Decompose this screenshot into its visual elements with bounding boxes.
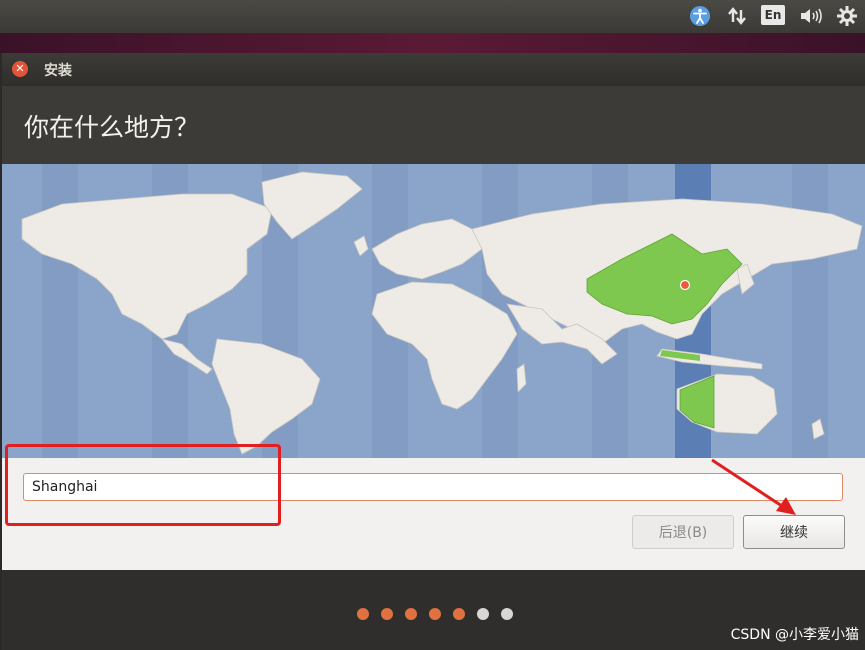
top-panel: En (0, 0, 865, 33)
watermark: CSDN @小李爱小猫 (730, 627, 859, 643)
page-title: 你在什么地方？ (24, 113, 200, 142)
timezone-map[interactable] (2, 164, 865, 458)
progress-step-1 (357, 608, 369, 620)
installer-window: ✕ 安装 你在什么地方？ Shanghai 后退(B) 继续 (2, 53, 865, 650)
network-arrows-icon[interactable] (726, 5, 748, 27)
close-icon[interactable]: ✕ (12, 61, 28, 77)
window-titlebar: ✕ 安装 (2, 53, 865, 86)
progress-step-5 (453, 608, 465, 620)
accessibility-icon[interactable] (688, 5, 712, 27)
progress-step-4 (429, 608, 441, 620)
volume-icon[interactable] (798, 5, 824, 27)
progress-step-3 (405, 608, 417, 620)
world-landmass (21, 171, 863, 455)
gear-icon[interactable] (835, 5, 859, 27)
annotation-arrow (711, 458, 796, 515)
progress-step-6 (477, 608, 489, 620)
progress-dots (357, 608, 513, 620)
progress-step-2 (381, 608, 393, 620)
keyboard-layout-icon[interactable]: En (761, 5, 785, 25)
window-title: 安装 (44, 63, 72, 79)
progress-step-7 (501, 608, 513, 620)
location-marker (679, 279, 691, 291)
desktop-background (0, 33, 865, 53)
